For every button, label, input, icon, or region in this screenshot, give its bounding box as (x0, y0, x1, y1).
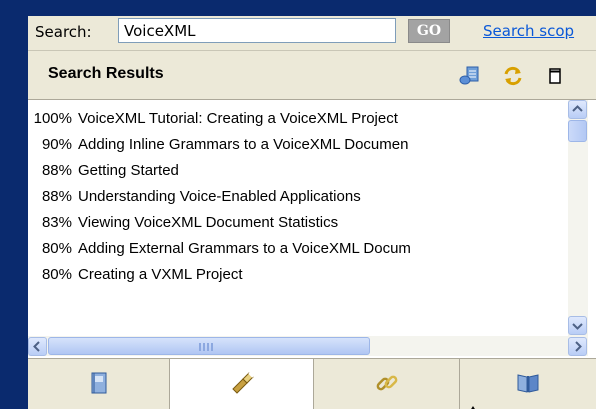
result-title: Viewing VoiceXML Document Statistics (78, 214, 339, 231)
tab-bookmarks[interactable] (460, 359, 596, 409)
scroll-down-button[interactable] (568, 316, 587, 335)
search-results-panel: Search Results 100% VoiceXML Tutorial: C… (28, 50, 596, 409)
result-title: Getting Started (78, 162, 179, 179)
search-flashlight-icon (231, 372, 254, 394)
list-item[interactable]: 83% Viewing VoiceXML Document Statistics (28, 210, 568, 236)
vertical-scrollbar[interactable] (568, 100, 588, 336)
chevron-left-icon (33, 341, 40, 352)
result-score: 83% (41, 214, 72, 231)
result-title: Adding External Grammars to a VoiceXML D… (78, 240, 411, 257)
result-score: 88% (41, 188, 72, 205)
refresh-icon[interactable] (502, 65, 524, 87)
result-score: 100% (33, 110, 72, 127)
chevron-right-icon (575, 341, 582, 352)
thumb-grip (199, 343, 215, 351)
bookmarks-book-icon (517, 374, 539, 393)
panel-header: Search Results (28, 50, 596, 100)
tab-contents[interactable] (28, 359, 170, 409)
links-icon (376, 375, 397, 391)
tab-links[interactable] (314, 359, 460, 409)
list-item[interactable]: 88% Getting Started (28, 158, 568, 184)
contents-icon (91, 372, 106, 394)
list-item[interactable]: 90% Adding Inline Grammars to a VoiceXML … (28, 132, 568, 158)
search-scope-link[interactable]: Search scop (483, 22, 574, 40)
search-input[interactable] (118, 18, 396, 43)
result-title: Understanding Voice-Enabled Applications (78, 188, 361, 205)
bottom-tab-bar (28, 358, 596, 409)
list-item[interactable]: 80% Creating a VXML Project (28, 262, 568, 288)
scroll-right-button[interactable] (568, 337, 587, 356)
result-score: 80% (41, 266, 72, 283)
result-score: 90% (41, 136, 72, 153)
result-title: VoiceXML Tutorial: Creating a VoiceXML P… (78, 110, 398, 127)
help-window: Search: GO Search scop Search Results (28, 16, 596, 409)
search-bar: Search: GO Search scop (28, 16, 596, 50)
go-button[interactable]: GO (408, 19, 450, 43)
results-list: 100% VoiceXML Tutorial: Creating a VoiceX… (28, 100, 568, 336)
list-item[interactable]: 80% Adding External Grammars to a VoiceXM… (28, 236, 568, 262)
horizontal-scroll-thumb[interactable] (48, 337, 370, 355)
list-item[interactable]: 100% VoiceXML Tutorial: Creating a VoiceX… (28, 106, 568, 132)
maximize-icon[interactable] (544, 65, 566, 87)
result-title: Adding Inline Grammars to a VoiceXML Doc… (78, 136, 409, 153)
panel-title: Search Results (48, 65, 164, 82)
scroll-up-button[interactable] (568, 100, 587, 119)
search-label: Search: (35, 23, 92, 41)
chevron-down-icon (572, 323, 583, 330)
vertical-scroll-thumb[interactable] (568, 120, 587, 142)
tab-search[interactable] (170, 359, 314, 409)
result-score: 80% (41, 240, 72, 257)
horizontal-scrollbar[interactable] (28, 336, 588, 356)
show-in-contents-icon[interactable] (458, 65, 480, 87)
result-score: 88% (41, 162, 72, 179)
list-item[interactable]: 88% Understanding Voice-Enabled Applicati… (28, 184, 568, 210)
chevron-up-icon (572, 105, 583, 112)
scroll-left-button[interactable] (28, 337, 47, 356)
result-title: Creating a VXML Project (78, 266, 243, 283)
